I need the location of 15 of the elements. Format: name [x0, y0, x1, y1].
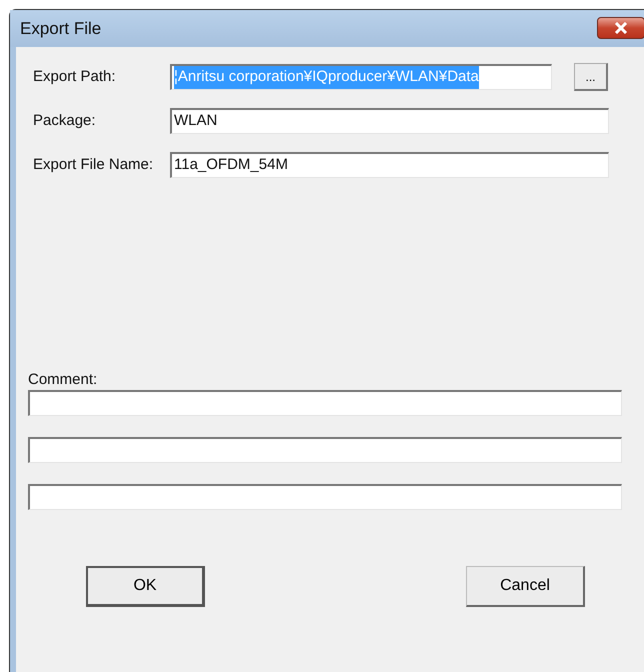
field-label: Export File Name: — [32, 154, 154, 175]
comment-field[interactable] — [28, 437, 622, 463]
comment-field[interactable] — [28, 390, 622, 416]
browse-button[interactable]: ... — [574, 63, 608, 91]
ok-button[interactable]: OK — [86, 566, 205, 607]
comment-label: Comment: — [28, 370, 98, 389]
input-field[interactable]: 11a_OFDM_54M — [170, 152, 609, 178]
field-label: Package: — [32, 110, 97, 131]
cancel-button[interactable]: Cancel — [466, 566, 585, 607]
close-icon — [614, 22, 628, 34]
close-button[interactable] — [597, 17, 644, 39]
input-field[interactable]: WLAN — [170, 108, 609, 134]
field-label: Export Path: — [32, 66, 117, 87]
window-title: Export File — [20, 18, 102, 40]
comment-field[interactable] — [28, 484, 622, 510]
